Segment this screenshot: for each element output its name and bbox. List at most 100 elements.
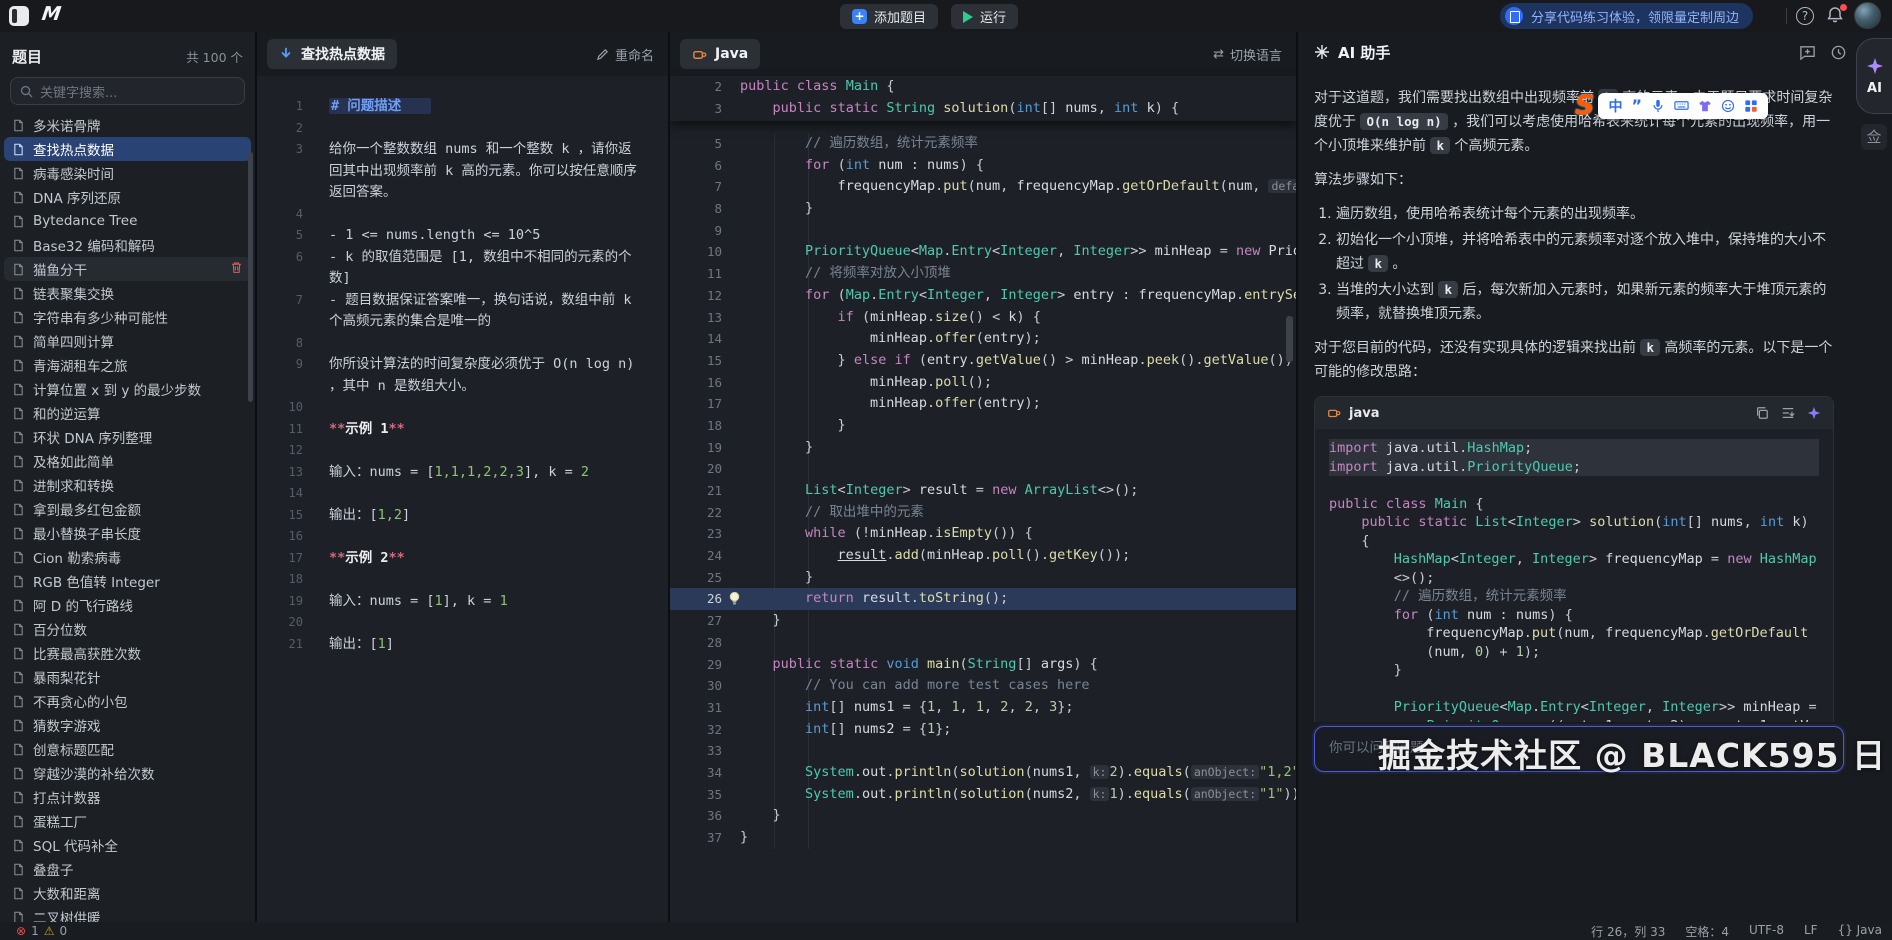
markdown-line[interactable]: 18 [257, 569, 668, 591]
sidebar-item[interactable]: 及格如此简单 [4, 449, 251, 473]
sidebar-item[interactable]: DNA 序列还原 [4, 185, 251, 209]
sidebar-item[interactable]: 猜数字游戏 [4, 713, 251, 737]
add-problem-button[interactable]: + 添加题目 [840, 4, 938, 29]
markdown-line[interactable]: 14 [257, 483, 668, 505]
insert-code-icon[interactable] [1781, 406, 1795, 420]
sidebar-item[interactable]: 蛋糕工厂 [4, 809, 251, 833]
markdown-line[interactable]: 21输出：[1] [257, 634, 668, 656]
markdown-line[interactable]: 1# 问题描述 [257, 96, 668, 118]
sidebar-item[interactable]: 进制求和转换 [4, 473, 251, 497]
markdown-line[interactable]: 13输入：nums = [1,1,1,2,2,3], k = 2 [257, 462, 668, 484]
sidebar-item[interactable]: 查找热点数据 [4, 137, 251, 161]
sidebar-item[interactable]: 链表聚集交换 [4, 281, 251, 305]
markdown-line[interactable]: 19输入：nums = [1], k = 1 [257, 591, 668, 613]
sidebar-item[interactable]: 不再贪心的小包 [4, 689, 251, 713]
sidebar-item[interactable]: 环状 DNA 序列整理 [4, 425, 251, 449]
ai-conversation[interactable]: 对于这道题，我们需要找出数组中出现频率前 k 高的元素。由于题目要求时间复杂度优… [1298, 72, 1892, 722]
sidebar-item[interactable]: 猫鱼分干 [4, 257, 251, 281]
status-item[interactable]: {} Java [1838, 923, 1882, 940]
code-line[interactable]: 19 } [670, 437, 1296, 459]
markdown-line[interactable]: 12 [257, 440, 668, 462]
sidebar-item[interactable]: 比赛最高获胜次数 [4, 641, 251, 665]
markdown-line[interactable]: 7- 题目数据保证答案唯一，换句话说，数组中前 k 个高频元素的集合是唯一的 [257, 290, 668, 333]
sidebar-item[interactable]: Cion 勒索病毒 [4, 545, 251, 569]
status-item[interactable]: 空格：4 [1685, 923, 1729, 940]
sidebar-item[interactable]: 拿到最多红包金额 [4, 497, 251, 521]
code-line[interactable]: 3 public static String solution(int[] nu… [670, 98, 1296, 120]
code-line[interactable]: 6 for (int num : nums) { [670, 155, 1296, 177]
markdown-line[interactable]: 9你所设计算法的时间复杂度必须优于 O(n log n) ，其中 n 是数组大小… [257, 354, 668, 397]
emoji-face-icon[interactable] [1721, 99, 1735, 113]
keyboard-icon[interactable] [1674, 98, 1689, 113]
sidebar-item[interactable]: 字符串有多少种可能性 [4, 305, 251, 329]
markdown-editor[interactable]: 1# 问题描述2 3给你一个整数数组 nums 和一个整数 k ，请你返回其中出… [257, 96, 668, 655]
markdown-line[interactable]: 10 [257, 397, 668, 419]
input-mode-icon[interactable]: 中 [1608, 96, 1622, 116]
code-line[interactable]: 13 if (minHeap.size() < k) { [670, 307, 1296, 329]
delete-trash-icon[interactable] [230, 261, 243, 278]
sidebar-item[interactable]: 阿 D 的飞行路线 [4, 593, 251, 617]
translate-floating-icon[interactable]: 佥 [1861, 124, 1887, 150]
sidebar-item[interactable]: Bytedance Tree [4, 209, 251, 233]
sidebar-toggle-icon[interactable] [9, 6, 29, 26]
sidebar-item[interactable]: 简单四则计算 [4, 329, 251, 353]
code-line[interactable]: 7 frequencyMap.put(num, frequencyMap.get… [670, 176, 1296, 198]
sogou-input-toolbar[interactable]: S 中 ” [1575, 92, 1768, 119]
promo-banner[interactable]: 分享代码练习体验，领限量定制周边 [1500, 3, 1753, 29]
user-avatar[interactable] [1854, 2, 1881, 29]
code-line[interactable]: 28 [670, 632, 1296, 654]
microphone-icon[interactable] [1651, 99, 1665, 113]
code-line[interactable]: 31 int[] nums1 = {1, 1, 1, 2, 2, 3}; [670, 697, 1296, 719]
status-item[interactable]: LF [1804, 923, 1818, 940]
markdown-line[interactable]: 3给你一个整数数组 nums 和一个整数 k ，请你返回其中出现频率前 k 高的… [257, 139, 668, 204]
code-line[interactable]: 17 minHeap.offer(entry); [670, 393, 1296, 415]
sidebar-item[interactable]: 最小替换子串长度 [4, 521, 251, 545]
sidebar-item[interactable]: 病毒感染时间 [4, 161, 251, 185]
code-line[interactable]: 22 // 取出堆中的元素 [670, 502, 1296, 524]
code-line[interactable]: 11 // 将频率对放入小顶堆 [670, 263, 1296, 285]
markdown-line[interactable]: 8 [257, 333, 668, 355]
editor-scrollbar[interactable] [1286, 316, 1293, 362]
ai-floating-button[interactable]: AI [1856, 38, 1892, 114]
code-line[interactable]: 29 public static void main(String[] args… [670, 654, 1296, 676]
problems-indicator[interactable]: ⊗ 1 ⚠ 0 [16, 924, 67, 938]
code-line[interactable]: 36 } [670, 805, 1296, 827]
copy-icon[interactable] [1755, 406, 1769, 420]
markdown-line[interactable]: 6- k 的取值范围是 [1, 数组中不相同的元素的个数] [257, 247, 668, 290]
sidebar-item[interactable]: 打点计数器 [4, 785, 251, 809]
markdown-line[interactable]: 5- 1 <= nums.length <= 10^5 [257, 225, 668, 247]
sidebar-item[interactable]: 多米诺骨牌 [4, 113, 251, 137]
code-line[interactable]: 30 // You can add more test cases here [670, 675, 1296, 697]
code-line[interactable]: 26 return result.toString(); [670, 588, 1296, 610]
run-button[interactable]: 运行 [951, 4, 1018, 29]
sidebar-item[interactable]: 百分位数 [4, 617, 251, 641]
status-item[interactable]: 行 26，列 33 [1591, 923, 1665, 940]
sidebar-item[interactable]: 创意标题匹配 [4, 737, 251, 761]
code-line[interactable]: 8 } [670, 198, 1296, 220]
markdown-line[interactable]: 2 [257, 118, 668, 140]
sidebar-item[interactable]: 二叉树供暖 [4, 905, 251, 922]
sidebar-item[interactable]: SQL 代码补全 [4, 833, 251, 857]
markdown-line[interactable]: 4 [257, 204, 668, 226]
new-chat-icon[interactable] [1799, 44, 1816, 61]
code-line[interactable]: 33 [670, 740, 1296, 762]
code-line[interactable]: 18 } [670, 415, 1296, 437]
code-line[interactable]: 23 while (!minHeap.isEmpty()) { [670, 523, 1296, 545]
status-item[interactable]: UTF-8 [1749, 923, 1784, 940]
code-line[interactable]: 15 } else if (entry.getValue() > minHeap… [670, 350, 1296, 372]
help-icon[interactable]: ? [1796, 7, 1814, 25]
sidebar-item[interactable]: 青海湖租车之旅 [4, 353, 251, 377]
code-line[interactable]: 2public class Main { [670, 76, 1296, 98]
toolbox-grid-icon[interactable] [1744, 99, 1758, 113]
code-line[interactable]: 12 for (Map.Entry<Integer, Integer> entr… [670, 285, 1296, 307]
code-line[interactable]: 14 minHeap.offer(entry); [670, 328, 1296, 350]
apply-sparkle-icon[interactable] [1807, 406, 1821, 420]
sidebar-item[interactable]: 暴雨梨花针 [4, 665, 251, 689]
sidebar-item[interactable]: 计算位置 x 到 y 的最少步数 [4, 377, 251, 401]
markdown-line[interactable]: 16 [257, 526, 668, 548]
code-line[interactable]: 20 [670, 458, 1296, 480]
markdown-line[interactable]: 17**示例 2** [257, 548, 668, 570]
code-line[interactable]: 37} [670, 827, 1296, 849]
code-line[interactable]: 27 } [670, 610, 1296, 632]
sidebar-item[interactable]: Base32 编码和解码 [4, 233, 251, 257]
